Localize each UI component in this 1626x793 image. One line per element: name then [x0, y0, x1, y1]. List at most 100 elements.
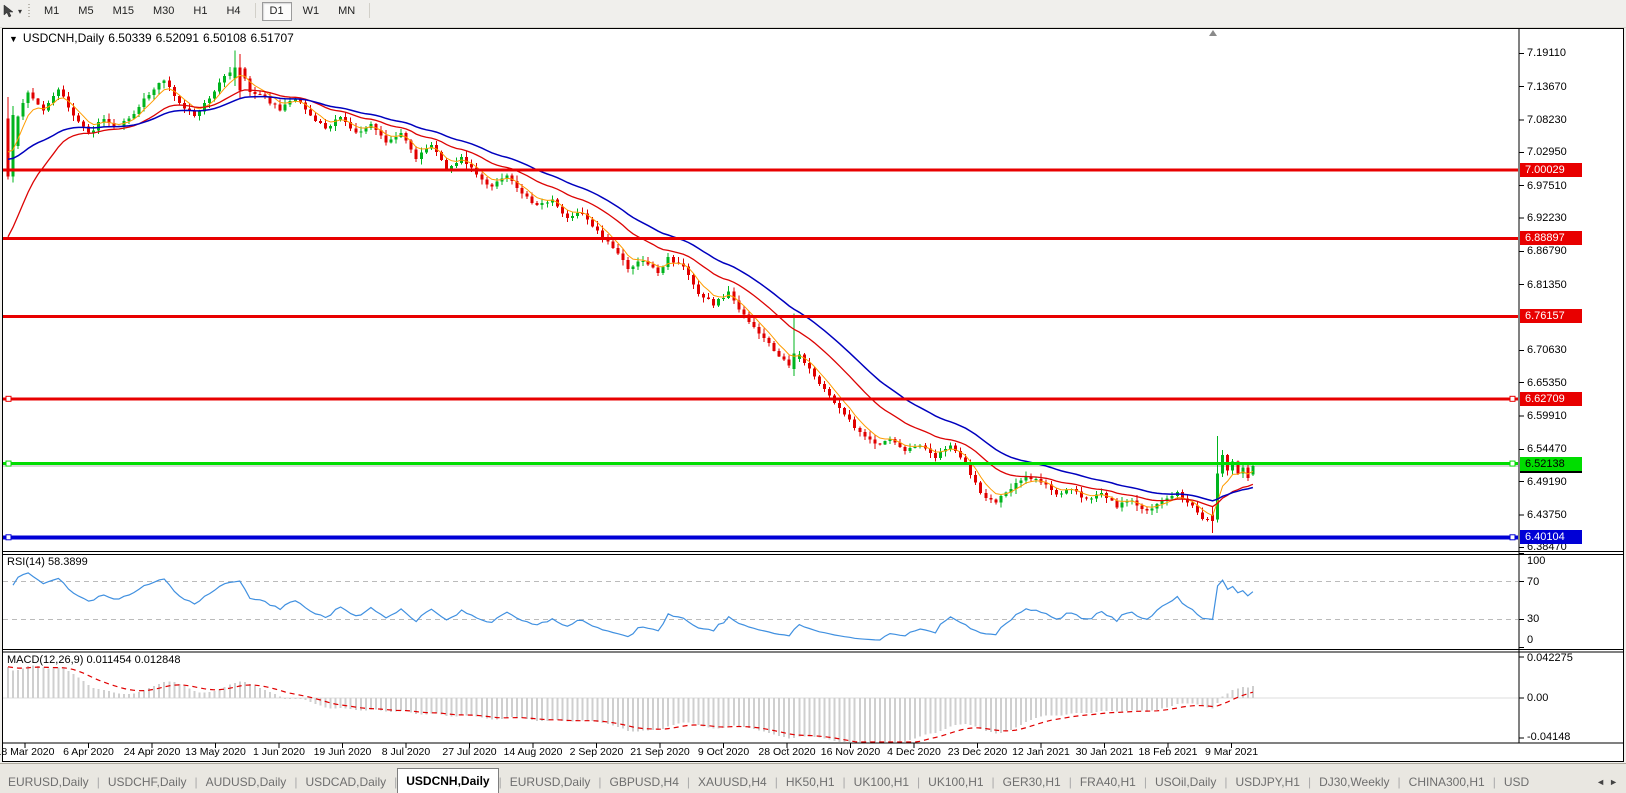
chevron-down-icon[interactable]: ▾	[18, 7, 22, 16]
tab-eurusd-daily[interactable]: EURUSD,Daily	[0, 772, 97, 793]
date-label: 9 Mar 2021	[1205, 746, 1258, 758]
tab-audusd-daily[interactable]: AUDUSD,Daily	[198, 772, 295, 793]
date-label: 30 Jan 2021	[1076, 746, 1134, 758]
date-label: 6 Apr 2020	[63, 746, 114, 758]
rsi-scale-label: 0	[1527, 634, 1533, 646]
price-tick-label: 7.02950	[1527, 146, 1567, 158]
date-label: 23 Dec 2020	[948, 746, 1008, 758]
chart-window	[2, 28, 1624, 762]
date-label: 14 Aug 2020	[504, 746, 563, 758]
tab-ger30-h1[interactable]: GER30,H1	[995, 772, 1069, 793]
rsi-value: 58.3899	[48, 556, 88, 568]
timeframe-button-m30[interactable]: M30	[145, 2, 182, 21]
date-label: 13 May 2020	[185, 746, 246, 758]
level-price-badge: 6.76157	[1520, 309, 1582, 323]
level-price-badge: 6.88897	[1520, 231, 1582, 245]
toolbar-separator	[369, 3, 370, 18]
timeframe-button-m1[interactable]: M1	[36, 2, 67, 21]
high-value: 6.52091	[156, 31, 199, 45]
price-tick-label: 6.43750	[1527, 509, 1567, 521]
date-label: 28 Oct 2020	[758, 746, 815, 758]
timeframe-buttons: M1M5M15M30H1H4 D1W1MN	[36, 1, 376, 21]
timeframe-button-mn[interactable]: MN	[330, 2, 363, 21]
level-price-badge: 6.40104	[1520, 530, 1582, 544]
tab-china300-h1[interactable]: CHINA300,H1	[1401, 772, 1493, 793]
tab-scroll-right-icon[interactable]: ►	[1609, 777, 1622, 787]
low-value: 6.50108	[203, 31, 246, 45]
price-tick-label: 6.70630	[1527, 344, 1567, 356]
macd-scale-label: 0.042275	[1527, 652, 1573, 664]
tab-dj30-weekly[interactable]: DJ30,Weekly	[1311, 772, 1397, 793]
collapse-arrow-icon[interactable]: ▼	[9, 34, 18, 44]
chart-tab-bar: EURUSD,Daily|USDCHF,Daily|AUDUSD,Daily|U…	[0, 763, 1626, 793]
macd-indicator-label: MACD(12,26,9) 0.011454 0.012848	[7, 654, 181, 666]
tab-uk100-h1[interactable]: UK100,H1	[920, 772, 991, 793]
macd-main-value: 0.011454	[86, 654, 131, 666]
macd-signal-value: 0.012848	[135, 654, 181, 666]
cursor-arrow-icon	[2, 4, 16, 18]
tab-usdcad-daily[interactable]: USDCAD,Daily	[297, 772, 394, 793]
rsi-scale-label: 70	[1527, 576, 1539, 588]
timeframe-button-h4[interactable]: H4	[218, 2, 248, 21]
price-tick-label: 6.92230	[1527, 212, 1567, 224]
date-label: 12 Jan 2021	[1012, 746, 1070, 758]
date-label: 2 Sep 2020	[570, 746, 624, 758]
close-value: 6.51707	[250, 31, 293, 45]
macd-name: MACD(12,26,9)	[7, 654, 83, 666]
date-label: 19 Jun 2020	[314, 746, 372, 758]
price-tick-label: 7.13670	[1527, 81, 1567, 93]
date-label: 16 Nov 2020	[821, 746, 881, 758]
date-label: 4 Dec 2020	[887, 746, 941, 758]
timeframe-button-m15[interactable]: M15	[105, 2, 142, 21]
timeframe-button-w1[interactable]: W1	[295, 2, 328, 21]
price-tick-label: 7.08230	[1527, 114, 1567, 126]
macd-scale-label: 0.00	[1527, 692, 1548, 704]
tab-uk100-h1[interactable]: UK100,H1	[846, 772, 917, 793]
price-tick-label: 6.65350	[1527, 377, 1567, 389]
symbol-period-label: USDCNH,Daily	[23, 31, 104, 45]
level-price-badge: 6.52138	[1520, 457, 1582, 471]
price-tick-label: 6.49190	[1527, 476, 1567, 488]
chart-title: ▼ USDCNH,Daily 6.50339 6.52091 6.50108 6.5170…	[9, 31, 298, 45]
tab-usdchf-daily[interactable]: USDCHF,Daily	[100, 772, 195, 793]
rsi-name: RSI(14)	[7, 556, 45, 568]
date-label: 27 Jul 2020	[442, 746, 496, 758]
timeframe-button-d1[interactable]: D1	[262, 2, 292, 21]
rsi-indicator-label: RSI(14) 58.3899	[7, 556, 88, 568]
price-tick-label: 6.59910	[1527, 410, 1567, 422]
trading-app: ▾ M1M5M15M30H1H4 D1W1MN ▼ USDCNH,Daily 6.50…	[0, 0, 1626, 792]
tab-gbpusd-h4[interactable]: GBPUSD,H4	[602, 772, 687, 793]
rsi-scale-label: 100	[1527, 555, 1545, 567]
timeframe-button-h1[interactable]: H1	[185, 2, 215, 21]
tab-hk50-h1[interactable]: HK50,H1	[778, 772, 843, 793]
tab-scroll-left-icon[interactable]: ◄	[1596, 777, 1609, 787]
tab-usoil-daily[interactable]: USOil,Daily	[1147, 772, 1224, 793]
price-tick-label: 7.19110	[1527, 47, 1566, 59]
date-label: 18 Feb 2021	[1139, 746, 1198, 758]
tab-xauusd-h4[interactable]: XAUUSD,H4	[690, 772, 775, 793]
timeframe-button-m5[interactable]: M5	[70, 2, 101, 21]
date-label: 18 Mar 2020	[0, 746, 54, 758]
open-value: 6.50339	[108, 31, 151, 45]
tab-usdjpy-h1[interactable]: USDJPY,H1	[1227, 772, 1307, 793]
toolbar-left-group: ▾ M1M5M15M30H1H4 D1W1MN	[0, 1, 376, 21]
date-label: 21 Sep 2020	[630, 746, 690, 758]
date-label: 1 Jun 2020	[253, 746, 305, 758]
date-label: 8 Jul 2020	[382, 746, 430, 758]
level-price-badge: 7.00029	[1520, 163, 1582, 177]
rsi-scale-label: 30	[1527, 613, 1539, 625]
tab-usd[interactable]: USD	[1496, 772, 1537, 793]
toolbar-separator	[255, 3, 256, 18]
toolbar-grip	[28, 4, 30, 19]
tab-usdcnh-daily[interactable]: USDCNH,Daily	[397, 768, 498, 793]
date-label: 9 Oct 2020	[698, 746, 749, 758]
price-tick-label: 6.97510	[1527, 180, 1567, 192]
tab-eurusd-daily[interactable]: EURUSD,Daily	[502, 772, 599, 793]
chart-tabs: EURUSD,Daily|USDCHF,Daily|AUDUSD,Daily|U…	[0, 764, 1592, 793]
price-tick-label: 6.54470	[1527, 443, 1567, 455]
tab-scroll-arrows[interactable]: ◄►	[1596, 777, 1622, 787]
timeframe-toolbar: ▾ M1M5M15M30H1H4 D1W1MN	[0, 0, 1626, 28]
price-tick-label: 6.86790	[1527, 245, 1567, 257]
chart-cursor-icon[interactable]	[0, 3, 18, 20]
tab-fra40-h1[interactable]: FRA40,H1	[1072, 772, 1144, 793]
